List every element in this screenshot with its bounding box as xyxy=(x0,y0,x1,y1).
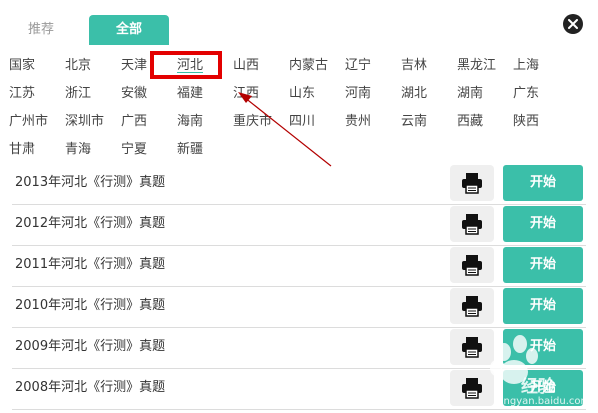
tab-all[interactable]: 全部 xyxy=(89,15,169,45)
start-button[interactable]: 开始 xyxy=(503,288,583,324)
region-item[interactable]: 山东 xyxy=(289,80,315,108)
region-item[interactable]: 湖北 xyxy=(401,80,427,108)
region-item[interactable]: 北京 xyxy=(65,52,91,80)
close-button[interactable] xyxy=(563,14,583,34)
exam-row: 2010年河北《行测》真题 开始 xyxy=(12,286,586,328)
region-item[interactable]: 贵州 xyxy=(345,108,371,136)
region-item[interactable]: 山西 xyxy=(233,52,259,80)
region-item[interactable]: 广东 xyxy=(513,80,539,108)
exam-title: 2010年河北《行测》真题 xyxy=(15,298,166,313)
exam-row: 2009年河北《行测》真题 开始 xyxy=(12,327,586,369)
print-button[interactable] xyxy=(450,165,494,201)
print-button[interactable] xyxy=(450,329,494,365)
region-item[interactable]: 安徽 xyxy=(121,80,147,108)
region-item[interactable]: 广西 xyxy=(121,108,147,136)
exam-title: 2008年河北《行测》真题 xyxy=(15,380,166,395)
exam-title: 2011年河北《行测》真题 xyxy=(15,257,166,272)
start-button[interactable]: 开始 xyxy=(503,206,583,242)
region-item[interactable]: 辽宁 xyxy=(345,52,371,80)
region-item[interactable]: 江苏 xyxy=(9,80,35,108)
region-item[interactable]: 浙江 xyxy=(65,80,91,108)
start-button[interactable]: 开始 xyxy=(503,247,583,283)
region-item[interactable]: 河南 xyxy=(345,80,371,108)
region-item[interactable]: 湖南 xyxy=(457,80,483,108)
region-item[interactable]: 宁夏 xyxy=(121,136,147,164)
printer-icon xyxy=(462,337,482,358)
region-item[interactable]: 福建 xyxy=(177,80,203,108)
printer-icon xyxy=(462,173,482,194)
region-item[interactable]: 海南 xyxy=(177,108,203,136)
close-icon xyxy=(568,19,578,29)
watermark-text: 经验 xyxy=(521,377,555,397)
printer-icon xyxy=(462,214,482,235)
region-item[interactable]: 西藏 xyxy=(457,108,483,136)
exam-row: 2012年河北《行测》真题 开始 xyxy=(12,204,586,246)
region-item[interactable]: 黑龙江 xyxy=(457,52,496,80)
region-item[interactable]: 新疆 xyxy=(177,136,203,164)
region-item[interactable]: 上海 xyxy=(513,52,539,80)
printer-icon xyxy=(462,378,482,399)
exam-row: 2013年河北《行测》真题 开始 xyxy=(12,163,586,205)
printer-icon xyxy=(462,296,482,317)
print-button[interactable] xyxy=(450,370,494,406)
print-button[interactable] xyxy=(450,206,494,242)
region-item[interactable]: 甘肃 xyxy=(9,136,35,164)
region-item[interactable]: 广州市 xyxy=(9,108,48,136)
exam-title: 2013年河北《行测》真题 xyxy=(15,175,166,190)
region-item[interactable]: 吉林 xyxy=(401,52,427,80)
watermark-url: jingyan.baidu.com xyxy=(498,396,591,407)
print-button[interactable] xyxy=(450,247,494,283)
region-item[interactable]: 陕西 xyxy=(513,108,539,136)
start-button[interactable]: 开始 xyxy=(503,165,583,201)
region-item[interactable]: 深圳市 xyxy=(65,108,104,136)
exam-title: 2012年河北《行测》真题 xyxy=(15,216,166,231)
region-item[interactable]: 青海 xyxy=(65,136,91,164)
tab-recommend[interactable]: 推荐 xyxy=(16,15,66,45)
region-item[interactable]: 江西 xyxy=(233,80,259,108)
region-item[interactable]: 内蒙古 xyxy=(289,52,328,80)
exam-title: 2009年河北《行测》真题 xyxy=(15,339,166,354)
filter-tabs: 推荐 全部 xyxy=(0,0,598,46)
start-button[interactable]: 开始 xyxy=(503,329,583,365)
region-item[interactable]: 四川 xyxy=(289,108,315,136)
exam-row: 2011年河北《行测》真题 开始 xyxy=(12,245,586,287)
selected-region-highlight xyxy=(150,51,222,79)
region-item[interactable]: 云南 xyxy=(401,108,427,136)
print-button[interactable] xyxy=(450,288,494,324)
region-item[interactable]: 重庆市 xyxy=(233,108,272,136)
region-item[interactable]: 天津 xyxy=(121,52,147,80)
printer-icon xyxy=(462,255,482,276)
region-item[interactable]: 国家 xyxy=(9,52,35,80)
